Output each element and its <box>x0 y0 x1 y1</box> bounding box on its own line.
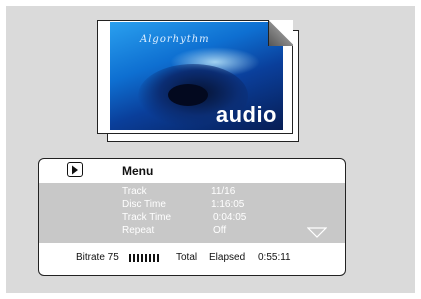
row-value: 11/16 <box>211 186 236 197</box>
menu-info-list: Track 11/16 Disc Time 1:16:05 Track Time… <box>39 183 345 243</box>
bitrate-bar <box>141 254 143 262</box>
bitrate-label: Bitrate 75 <box>76 252 119 263</box>
row-label: Track Time <box>122 212 172 223</box>
album-title: Algorhythm <box>140 34 210 45</box>
row-value: Off <box>213 225 227 236</box>
cover-swirl-center <box>168 84 208 106</box>
info-row-disc-time[interactable]: Disc Time 1:16:05 <box>39 199 345 212</box>
row-label: Track <box>122 186 147 197</box>
row-label: Disc Time <box>122 199 166 210</box>
menu-panel: Menu Track 11/16 Disc Time 1:16:05 Track… <box>38 158 346 276</box>
elapsed-time: 0:55:11 <box>258 252 291 263</box>
bitrate-bar <box>137 254 139 262</box>
total-label: Total <box>176 252 198 263</box>
album-brand: audio <box>215 102 277 127</box>
menu-title: Menu <box>122 164 154 178</box>
info-row-track-time[interactable]: Track Time 0:04:05 <box>39 212 345 225</box>
bitrate-bar <box>149 254 151 262</box>
bitrate-bar <box>129 254 131 262</box>
status-bar: Bitrate 75 Total Elapsed 0:55:11 <box>39 252 345 268</box>
bitrate-bar <box>145 254 147 262</box>
chevron-down-icon[interactable] <box>307 227 327 239</box>
album-cover-art: Algorhythm audio <box>110 22 283 130</box>
row-value: 0:04:05 <box>213 212 247 223</box>
info-row-repeat[interactable]: Repeat Off <box>39 225 345 238</box>
menu-header: Menu <box>39 159 345 183</box>
bitrate-bar <box>133 254 135 262</box>
bitrate-bar <box>153 254 155 262</box>
elapsed-label: Elapsed <box>209 252 246 263</box>
play-icon[interactable] <box>67 162 83 177</box>
row-value: 1:16:05 <box>211 199 245 210</box>
info-row-track[interactable]: Track 11/16 <box>39 186 345 199</box>
bitrate-bar <box>157 254 159 262</box>
page-curl <box>268 20 293 46</box>
bitrate-meter <box>129 254 160 262</box>
row-label: Repeat <box>122 225 155 236</box>
